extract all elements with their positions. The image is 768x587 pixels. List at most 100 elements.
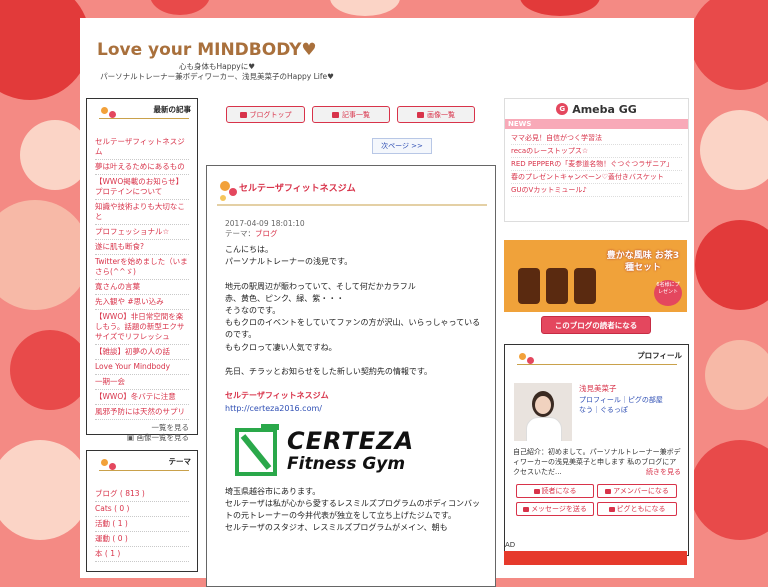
themes-title: テーマ	[168, 457, 192, 466]
profile-avatar[interactable]	[514, 383, 572, 441]
ad-caption: 豊かな風味 お茶3種セット	[606, 251, 680, 273]
recent-article-link[interactable]: セルテーザフィットネスジム	[95, 135, 189, 160]
profile-links[interactable]: プロフィール｜ピグの部屋 なう｜ぐるっぽ	[579, 395, 684, 415]
article-theme: テーマ：ブログ	[225, 229, 305, 239]
body-line	[225, 268, 487, 280]
ameba-gg-logo: Ameba GG	[572, 102, 637, 116]
news-item[interactable]: ママ必見！自信がつく学習法	[511, 132, 682, 145]
article-title[interactable]: セルテーザフィットネスジム	[239, 181, 356, 194]
ad-badge: 6名様にプレゼント	[654, 280, 682, 306]
bottom-ad-banner[interactable]	[504, 551, 687, 565]
recent-article-link[interactable]: 寛さんの言葉	[95, 280, 189, 295]
camera-icon	[417, 111, 424, 118]
body-line: 地元の駅周辺が賑わっていて、そして何だかカラフル	[225, 281, 416, 291]
body-line: 埼玉県越谷市にあります。	[225, 486, 321, 496]
news-item[interactable]: GUのVカットミュール♪	[511, 184, 682, 197]
recent-more-links: 一覧を見る ▣ 画像一覧を見る	[87, 420, 197, 446]
read-more-link[interactable]: 続きを見る	[646, 467, 681, 477]
recent-article-link[interactable]: 一期一会	[95, 375, 189, 390]
profile-title: プロフィール	[637, 351, 682, 360]
subtitle-line-2: パーソナルトレーナー兼ボディワーカー、浅見美菜子のHappy Life♥	[100, 72, 334, 81]
recent-article-link[interactable]: 夢は叶えるためにあるもの	[95, 160, 189, 175]
theme-label: テーマ：	[225, 229, 255, 238]
article-list-label: 記事一覧	[342, 110, 370, 119]
document-icon	[332, 111, 339, 118]
dumbbell-logo-icon	[235, 423, 279, 476]
pigg-icon	[608, 506, 615, 512]
ameba-gg-box: G Ameba GG NEWS ママ必見！自信がつく学習法 recaのレーストッ…	[504, 98, 689, 222]
recent-article-link[interactable]: 先入観や #思い込み	[95, 295, 189, 310]
news-list: ママ必見！自信がつく学習法 recaのレーストップス☆ RED PEPPERの「…	[505, 132, 688, 197]
profile-box: プロフィール 浅見美菜子 プロフィール｜ピグの部屋 なう｜ぐるっぽ 自己紹介：初…	[504, 344, 689, 556]
amember-icon	[605, 488, 612, 494]
article-body: こんにちは。 パーソナルトレーナーの浅見です。 地元の駅周辺が賑わっていて、そし…	[225, 244, 487, 535]
become-reader-button[interactable]: このブログの読者になる	[541, 316, 651, 334]
tea-jar-image	[518, 268, 540, 304]
themes-header: テーマ	[87, 451, 197, 473]
recent-article-link[interactable]: Love Your Mindbody	[95, 360, 189, 375]
tea-jar-image	[574, 268, 596, 304]
blog-title[interactable]: Love your MINDBODY♥	[97, 40, 317, 60]
body-line: 赤、黄色、ピンク、緑、紫・・・	[225, 293, 345, 303]
image-list-label: 画像一覧	[427, 110, 455, 119]
gym-url-link[interactable]: http://certeza2016.com/	[225, 403, 487, 415]
recent-article-link[interactable]: 【雑談】初夢の人の話	[95, 345, 189, 360]
profile-reader-button[interactable]: 読者になる	[516, 484, 594, 498]
news-item[interactable]: recaのレーストップス☆	[511, 145, 682, 158]
news-label: NEWS	[505, 119, 688, 129]
article-list-link[interactable]: 一覧を見る	[95, 423, 190, 433]
tea-jar-image	[546, 268, 568, 304]
recent-article-link[interactable]: 遂に肌も断食?	[95, 240, 189, 255]
btn-label: アメンバーになる	[613, 487, 669, 495]
btn-label: 読者になる	[541, 487, 577, 495]
theme-link[interactable]: ブログ	[255, 229, 278, 238]
recent-article-link[interactable]: Twitterを始めました（いまさら(^^ゞ)	[95, 255, 189, 280]
theme-link[interactable]: 活動 ( 1 )	[95, 517, 189, 532]
theme-link[interactable]: ブログ ( 813 )	[95, 487, 189, 502]
reader-icon	[533, 488, 540, 494]
next-page-button[interactable]: 次ページ >>	[372, 138, 432, 154]
image-list-link[interactable]: ▣ 画像一覧を見る	[95, 433, 189, 443]
logo-text: CERTEZA Fitness Gym	[287, 428, 414, 474]
logo-word-certeza: CERTEZA	[287, 426, 415, 455]
body-line	[225, 378, 487, 390]
recent-articles-title: 最新の記事	[153, 105, 192, 114]
theme-link[interactable]: 本 ( 1 )	[95, 547, 189, 562]
send-message-button[interactable]: メッセージを送る	[516, 502, 594, 516]
pigg-friend-button[interactable]: ピグともになる	[597, 502, 677, 516]
image-list-link-label: 画像一覧を見る	[136, 433, 190, 442]
body-line: セルテーザのスタジオ、レスミルズプログラムがメイン、朝も	[225, 523, 448, 533]
recent-article-link[interactable]: 風邪予防には天然のサプリ	[95, 405, 189, 420]
news-item[interactable]: RED PEPPERの「麦参道名物！ぐつぐつラザニア」	[511, 158, 682, 171]
certeza-logo-image[interactable]: CERTEZA Fitness Gym	[233, 420, 487, 482]
recent-articles-box: 最新の記事 セルテーザフィットネスジム 夢は叶えるためにあるもの 【WWO掲載の…	[86, 98, 198, 442]
profile-header: プロフィール	[505, 345, 688, 367]
blog-top-button[interactable]: ブログトップ	[226, 106, 305, 123]
body-line: ももクロのイベントをしていてファンの方が沢山、いらっしゃっているのです。	[225, 318, 481, 340]
ameba-gg-header[interactable]: G Ameba GG	[505, 99, 688, 119]
recent-article-link[interactable]: プロフェッショナル☆	[95, 225, 189, 240]
image-list-button[interactable]: 画像一覧	[397, 106, 475, 123]
news-item[interactable]: 春のプレゼントキャンペーン♡蓋付きバスケット	[511, 171, 682, 184]
amember-button[interactable]: アメンバーになる	[597, 484, 677, 498]
recent-article-link[interactable]: 知識や技術よりも大切なこと	[95, 200, 189, 225]
profile-name[interactable]: 浅見美菜子	[579, 383, 617, 394]
body-line: 先日、チラッとお知らせをした新しい契約先の情報です。	[225, 367, 433, 377]
body-line	[225, 354, 487, 366]
body-line: こんにちは。	[225, 245, 273, 254]
theme-link[interactable]: 運動 ( 0 )	[95, 532, 189, 547]
blog-subtitle: 心も身体もHappyに♥ パーソナルトレーナー兼ボディワーカー、浅見美菜子のHa…	[87, 62, 347, 82]
theme-link[interactable]: Cats ( 0 )	[95, 502, 189, 517]
tea-ad-banner[interactable]: 豊かな風味 お茶3種セット 6名様にプレゼント	[504, 240, 687, 312]
image-icon: ▣	[127, 433, 137, 442]
ameba-logo-icon: G	[556, 103, 569, 115]
ad-label: AD	[505, 541, 516, 549]
recent-article-link[interactable]: 【WWO掲載のお知らせ】プロテインについて	[95, 175, 189, 200]
article-meta: 2017-04-09 18:01:10 テーマ：ブログ	[225, 219, 305, 239]
body-line: ももクロって凄い人気ですね。	[225, 342, 337, 352]
blog-top-label: ブログトップ	[249, 110, 292, 119]
article-list-button[interactable]: 記事一覧	[312, 106, 390, 123]
recent-article-link[interactable]: 【WWO】非日常空間を楽しもう。話題の新型エクササイズでリフレッシュ	[95, 310, 189, 345]
recent-article-link[interactable]: 【WWO】冬バテに注意	[95, 390, 189, 405]
subtitle-line-1: 心も身体もHappyに♥	[179, 62, 255, 71]
